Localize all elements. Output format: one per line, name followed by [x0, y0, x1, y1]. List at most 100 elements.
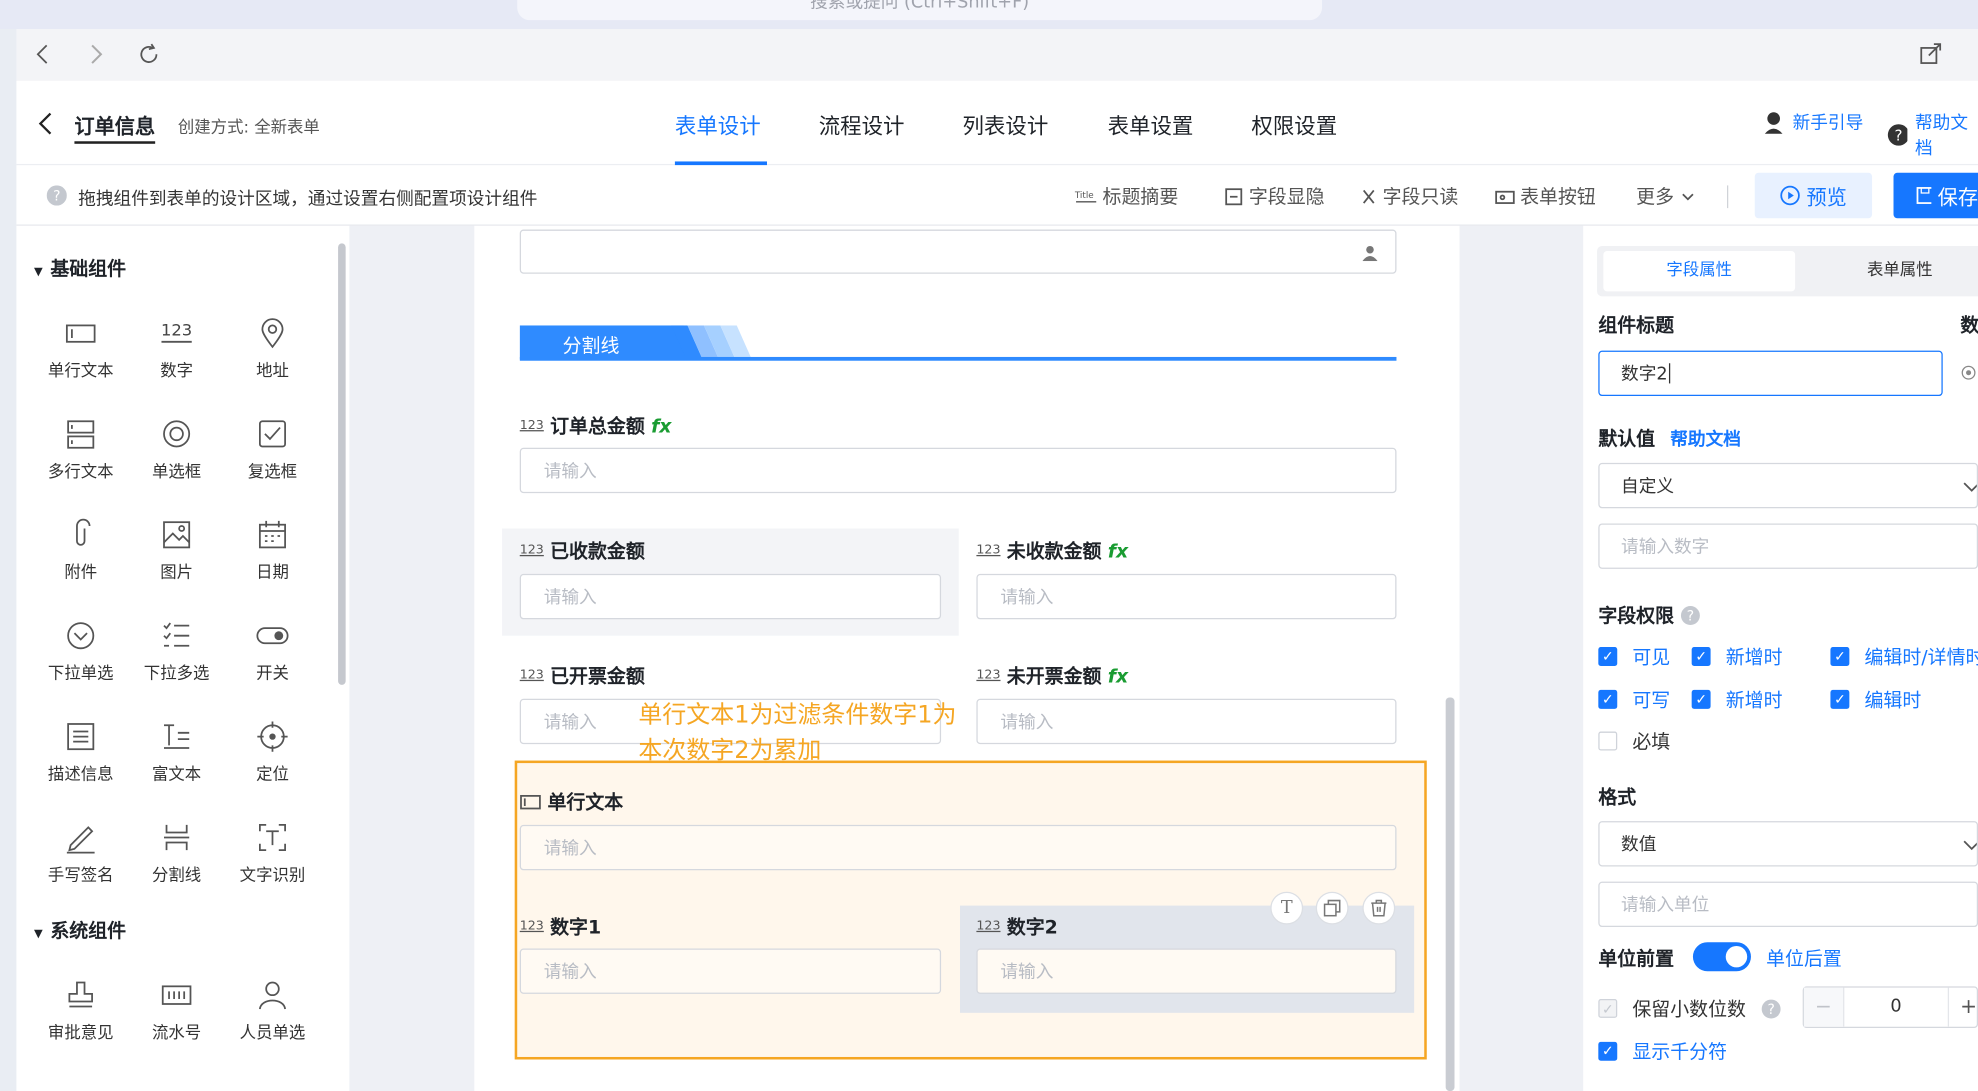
- checkbox-checked[interactable]: ✓: [1598, 647, 1618, 666]
- comp-radio[interactable]: 单选框: [129, 417, 225, 482]
- field-delete-button[interactable]: [1362, 891, 1396, 925]
- tab-form-design[interactable]: 表单设计: [675, 108, 761, 140]
- perm-visible[interactable]: ✓ 可见: [1598, 643, 1670, 669]
- decimals-help-icon[interactable]: ?: [1761, 998, 1781, 1018]
- title-summary-button[interactable]: Title 标题摘要: [1075, 183, 1178, 209]
- comp-rich-text[interactable]: 富文本: [129, 720, 225, 785]
- comp-dropdown-single[interactable]: 下拉单选: [33, 619, 129, 684]
- decimals-row[interactable]: ✓ 保留小数位数?: [1598, 995, 1781, 1021]
- tab-field-properties[interactable]: 字段属性: [1603, 250, 1796, 292]
- forward-nav-icon[interactable]: [87, 43, 105, 66]
- perm-required[interactable]: 必填: [1598, 728, 1670, 754]
- comp-dropdown-multi[interactable]: 下拉多选: [129, 619, 225, 684]
- form-buttons-button[interactable]: 表单按钮: [1495, 183, 1596, 209]
- perm-visible-edit[interactable]: ✓ 编辑时/详情时: [1830, 643, 1978, 669]
- annotation-line-1: 单行文本1为过滤条件数字1为: [638, 701, 957, 730]
- comp-checkbox[interactable]: 复选框: [225, 417, 321, 482]
- reload-icon[interactable]: [136, 42, 161, 67]
- comp-multiline-text[interactable]: 多行文本: [33, 417, 129, 482]
- field-text-action-icon[interactable]: T: [1270, 891, 1304, 925]
- back-arrow-icon[interactable]: [37, 111, 55, 136]
- comp-ocr[interactable]: 文字识别: [225, 821, 321, 885]
- palette-scrollbar[interactable]: [338, 243, 346, 685]
- comp-attachment[interactable]: 附件: [33, 518, 129, 583]
- help-link[interactable]: ? 帮助文档: [1887, 110, 1978, 160]
- default-help-link[interactable]: 帮助文档: [1670, 426, 1741, 451]
- decimals-stepper[interactable]: − 0 +: [1802, 986, 1978, 1028]
- comp-person-single[interactable]: 人员单选: [225, 979, 321, 1043]
- checkbox-checked[interactable]: ✓: [1830, 689, 1850, 709]
- dropdown-icon: [67, 622, 95, 650]
- unit-input[interactable]: 请输入单位: [1598, 881, 1978, 928]
- toggle-icon: [256, 627, 289, 645]
- comp-serial-number[interactable]: 流水号: [129, 979, 225, 1043]
- checkbox-disabled[interactable]: ✓: [1598, 998, 1618, 1018]
- preview-button[interactable]: 预览: [1754, 172, 1873, 219]
- uninvoiced-input[interactable]: 请输入: [976, 698, 1397, 745]
- external-window-icon[interactable]: [1919, 42, 1944, 67]
- stepper-value[interactable]: 0: [1846, 988, 1947, 1027]
- tab-flow-design[interactable]: 流程设计: [819, 108, 905, 140]
- comp-number[interactable]: 123 数字: [129, 317, 225, 381]
- comp-date[interactable]: 日期: [225, 518, 321, 583]
- comp-signature[interactable]: 手写签名: [33, 821, 129, 885]
- user-picker-field[interactable]: [519, 229, 1397, 274]
- field-copy-button[interactable]: [1315, 891, 1349, 925]
- comp-divider[interactable]: 分割线: [129, 821, 225, 885]
- basic-group-header[interactable]: ▼ 基础组件: [34, 255, 126, 281]
- perm-writable-add[interactable]: ✓ 新增时: [1691, 686, 1783, 712]
- order-total-input[interactable]: 请输入: [519, 447, 1397, 494]
- checkbox-unchecked[interactable]: [1598, 731, 1618, 751]
- comp-address[interactable]: 地址: [225, 317, 321, 381]
- format-select[interactable]: 数值: [1598, 821, 1978, 867]
- more-dropdown[interactable]: 更多: [1636, 183, 1697, 209]
- checkbox-checked[interactable]: ✓: [1691, 647, 1711, 666]
- perm-writable-edit[interactable]: ✓ 编辑时: [1830, 686, 1921, 712]
- default-mode-select[interactable]: 自定义: [1598, 462, 1978, 509]
- comp-approval-opinion[interactable]: 审批意见: [33, 979, 129, 1043]
- checkbox-checked[interactable]: ✓: [1598, 1041, 1618, 1061]
- comp-location[interactable]: 定位: [225, 720, 321, 785]
- decimals-label: 保留小数位数: [1632, 997, 1746, 1021]
- tab-list-design[interactable]: 列表设计: [963, 108, 1049, 140]
- single-text-input[interactable]: 请输入: [519, 824, 1397, 871]
- permission-help-icon[interactable]: ?: [1680, 605, 1700, 625]
- save-button[interactable]: 保存: [1893, 172, 1978, 219]
- checkbox-checked[interactable]: ✓: [1598, 689, 1618, 709]
- unit-position-toggle[interactable]: [1692, 942, 1751, 972]
- checkbox-checked[interactable]: ✓: [1691, 689, 1711, 709]
- field-title: 订单总金额: [550, 414, 645, 438]
- stepper-minus[interactable]: −: [1803, 987, 1845, 1027]
- divider-icon: [163, 824, 190, 851]
- back-nav-icon[interactable]: [34, 43, 52, 66]
- field-readonly-button[interactable]: 字段只读: [1360, 183, 1458, 209]
- form-name[interactable]: 订单信息: [74, 110, 156, 144]
- canvas-scrollbar[interactable]: [1445, 697, 1455, 1091]
- comp-description[interactable]: 描述信息: [33, 720, 129, 785]
- divider-banner[interactable]: [519, 325, 1397, 363]
- num1-input[interactable]: 请输入: [519, 948, 942, 994]
- tab-form-properties[interactable]: 表单属性: [1804, 251, 1978, 291]
- tab-permission-settings[interactable]: 权限设置: [1251, 108, 1337, 140]
- perm-writable[interactable]: ✓ 可写: [1598, 686, 1670, 712]
- field-visibility-button[interactable]: 字段显隐: [1224, 183, 1325, 209]
- global-search[interactable]: 搜索或提问 (Ctrl+Shift+F): [517, 0, 1323, 21]
- received-input[interactable]: 请输入: [519, 573, 942, 620]
- system-group-header[interactable]: ▼ 系统组件: [34, 917, 126, 943]
- checkbox-checked[interactable]: ✓: [1830, 647, 1850, 666]
- tab-form-settings[interactable]: 表单设置: [1108, 108, 1194, 140]
- description-icon: [67, 723, 95, 751]
- eye-icon[interactable]: [1959, 363, 1978, 382]
- comp-image[interactable]: 图片: [129, 518, 225, 583]
- comp-switch[interactable]: 开关: [225, 619, 321, 684]
- comp-single-line-text[interactable]: 单行文本: [33, 317, 129, 381]
- default-number-input[interactable]: 请输入数字: [1598, 523, 1978, 569]
- stepper-plus[interactable]: +: [1947, 987, 1978, 1027]
- unreceived-input[interactable]: 请输入: [976, 573, 1397, 620]
- default-value-label: 默认值: [1598, 427, 1656, 451]
- thousands-row[interactable]: ✓ 显示千分符: [1598, 1038, 1727, 1064]
- perm-visible-add[interactable]: ✓ 新增时: [1691, 643, 1783, 669]
- component-title-input[interactable]: 数字2: [1598, 350, 1943, 397]
- guide-link[interactable]: 新手引导: [1761, 110, 1863, 135]
- num2-input[interactable]: 请输入: [976, 948, 1397, 994]
